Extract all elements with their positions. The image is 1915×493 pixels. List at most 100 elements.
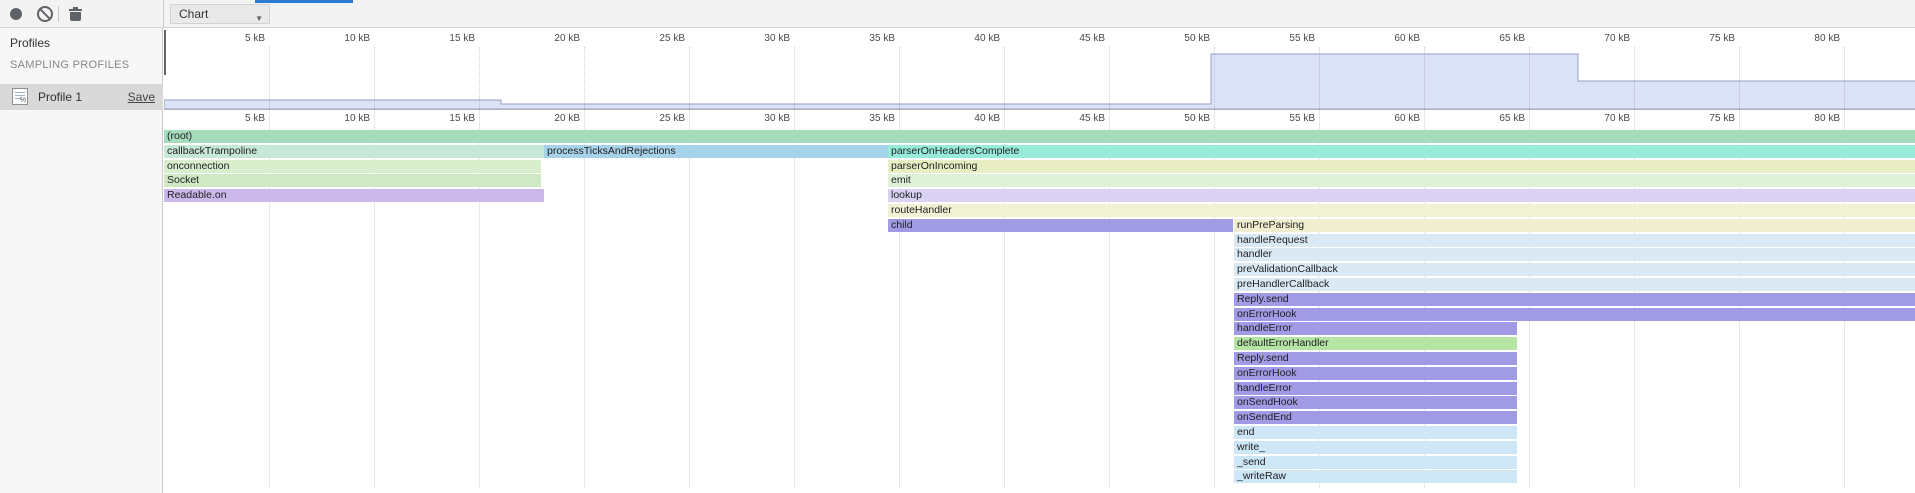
flame-bar[interactable]: handleError — [1234, 322, 1517, 335]
flame-bar[interactable]: onSendHook — [1234, 396, 1517, 409]
profile-icon: % — [12, 88, 28, 105]
devtools-window: Chart ▼ Profiles SAMPLING PROFILES % Pro… — [0, 0, 1915, 493]
overview-gridline — [1004, 47, 1005, 109]
flame-bar[interactable]: onSendEnd — [1234, 411, 1517, 424]
flame-ruler-tick-label: 75 kB — [1675, 113, 1735, 124]
flame-ruler-tick-label: 45 kB — [1045, 113, 1105, 124]
flame-bar[interactable]: child — [888, 219, 1233, 232]
trash-icon — [69, 7, 82, 21]
flame-ruler-tick-label: 40 kB — [940, 113, 1000, 124]
flame-bar[interactable]: callbackTrampoline — [164, 145, 544, 158]
overview-ruler-tick-label: 30 kB — [730, 33, 790, 44]
flame-bar[interactable]: parserOnHeadersComplete — [888, 145, 1915, 158]
flame-ruler-tick-label: 70 kB — [1570, 113, 1630, 124]
panel-title: Profiles — [10, 36, 50, 50]
overview-gridline — [479, 47, 480, 109]
overview-ruler-tick-label: 55 kB — [1255, 33, 1315, 44]
overview-gridline — [1214, 47, 1215, 109]
overview-ruler-tick-label: 45 kB — [1045, 33, 1105, 44]
flame-ruler-tick-label: 60 kB — [1360, 113, 1420, 124]
flame-bar[interactable]: parserOnIncoming — [888, 160, 1915, 173]
profile-list-item[interactable]: % Profile 1 Save — [0, 84, 163, 110]
overview-gridline — [899, 47, 900, 109]
flame-bar[interactable]: processTicksAndRejections — [544, 145, 888, 158]
overview-ruler-tick-label: 15 kB — [415, 33, 475, 44]
overview-gridline — [794, 47, 795, 109]
chart-view-select[interactable]: Chart ▼ — [170, 4, 270, 24]
flame-bar[interactable]: Socket — [164, 174, 541, 187]
flame-ruler-tick-label: 55 kB — [1255, 113, 1315, 124]
flame-gridline — [584, 109, 585, 489]
flame-ruler-tick-label: 20 kB — [520, 113, 580, 124]
overview-gridline — [1319, 47, 1320, 109]
flame-bar[interactable]: Reply.send — [1234, 352, 1517, 365]
overview-gridline — [269, 47, 270, 109]
flame-bar[interactable]: emit — [888, 174, 1915, 187]
chart-view-select-value: Chart — [179, 7, 208, 21]
overview-gridline — [689, 47, 690, 109]
flame-gridline — [689, 109, 690, 489]
overview-ruler-tick-label: 70 kB — [1570, 33, 1630, 44]
profiler-toolbar: Chart ▼ — [0, 0, 1915, 28]
flame-bar[interactable]: defaultErrorHandler — [1234, 337, 1517, 350]
flame-bar[interactable]: Reply.send — [1234, 293, 1915, 306]
flame-bar[interactable]: handleRequest — [1234, 234, 1915, 247]
flame-bar[interactable]: write_ — [1234, 441, 1517, 454]
toolbar-divider — [163, 0, 164, 28]
record-icon — [10, 8, 22, 20]
overview-gridline — [1424, 47, 1425, 109]
clear-profiles-button[interactable] — [37, 6, 53, 22]
active-panel-indicator — [255, 0, 353, 3]
flame-bar[interactable]: onErrorHook — [1234, 308, 1915, 321]
overview-gridline — [1739, 47, 1740, 109]
overview-ruler-tick-label: 35 kB — [835, 33, 895, 44]
flame-bar[interactable]: end — [1234, 426, 1517, 439]
overview-ruler-tick-label: 10 kB — [310, 33, 370, 44]
flame-bar[interactable]: lookup — [888, 189, 1915, 202]
record-button[interactable] — [10, 8, 22, 20]
overview-ruler-tick-label: 65 kB — [1465, 33, 1525, 44]
flame-ruler-tick-label: 35 kB — [835, 113, 895, 124]
flame-ruler-tick-label: 5 kB — [205, 113, 265, 124]
overview-ruler-tick-label: 20 kB — [520, 33, 580, 44]
delete-profile-button[interactable] — [69, 7, 82, 21]
dropdown-arrow-icon: ▼ — [255, 10, 263, 28]
flame-ruler-tick-label: 50 kB — [1150, 113, 1210, 124]
profile-name: Profile 1 — [38, 90, 82, 104]
profiles-sidebar: Profiles SAMPLING PROFILES % Profile 1 S… — [0, 28, 163, 493]
overview-ruler-tick-label: 5 kB — [205, 33, 265, 44]
flame-ruler-tick-label: 10 kB — [310, 113, 370, 124]
flame-bar[interactable]: (root) — [164, 130, 1915, 143]
flame-bar[interactable]: preHandlerCallback — [1234, 278, 1915, 291]
flame-ruler-tick-label: 15 kB — [415, 113, 475, 124]
overview-ruler-tick-label: 60 kB — [1360, 33, 1420, 44]
flame-bar[interactable]: Readable.on — [164, 189, 544, 202]
flame-bar[interactable]: _writeRaw — [1234, 470, 1517, 483]
flame-bar[interactable]: runPreParsing — [1234, 219, 1915, 232]
sampling-profiles-section-label: SAMPLING PROFILES — [10, 59, 129, 71]
flame-gridline — [794, 109, 795, 489]
flame-bar[interactable]: routeHandler — [888, 204, 1915, 217]
overview-ruler-tick-label: 75 kB — [1675, 33, 1735, 44]
overview-gridline — [1634, 47, 1635, 109]
flame-bar[interactable]: onconnection — [164, 160, 541, 173]
flame-ruler-tick-label: 80 kB — [1780, 113, 1840, 124]
flame-ruler-tick-label: 65 kB — [1465, 113, 1525, 124]
flame-bar[interactable]: preValidationCallback — [1234, 263, 1915, 276]
overview-left-handle[interactable] — [164, 30, 166, 75]
flame-bar[interactable]: handler — [1234, 248, 1915, 261]
overview-ruler-tick-label: 50 kB — [1150, 33, 1210, 44]
flame-bar[interactable]: handleError — [1234, 382, 1517, 395]
save-link[interactable]: Save — [128, 90, 155, 104]
toolbar-separator — [58, 6, 59, 22]
overview-ruler-tick-label: 25 kB — [625, 33, 685, 44]
overview-ruler-tick-label: 40 kB — [940, 33, 1000, 44]
flame-ruler-tick-label: 25 kB — [625, 113, 685, 124]
flame-ruler-tick-label: 30 kB — [730, 113, 790, 124]
flame-chart-pane: 5 kB 5 kB 10 kB 10 kB 15 kB 15 kB 20 kB 20 kB 25… — [164, 28, 1915, 493]
flame-bar[interactable]: _send — [1234, 456, 1517, 469]
overview-gridline — [1109, 47, 1110, 109]
overview-gridline — [584, 47, 585, 109]
flame-bar[interactable]: onErrorHook — [1234, 367, 1517, 380]
overview-gridline — [1529, 47, 1530, 109]
